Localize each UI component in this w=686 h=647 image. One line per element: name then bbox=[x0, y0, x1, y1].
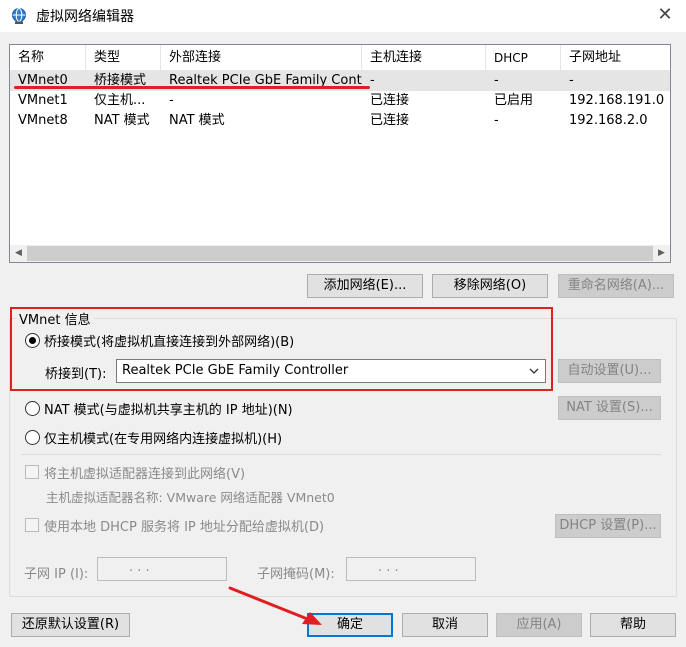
row-dhcp: 已启用 bbox=[494, 93, 534, 108]
dhcp-checkbox[interactable] bbox=[25, 518, 39, 532]
help-button[interactable]: 帮助 bbox=[590, 613, 676, 637]
subnet-ip-dots: . . . bbox=[129, 560, 150, 575]
adapter-name-label: 主机虚拟适配器名称: VMware 网络适配器 VMnet0 bbox=[46, 490, 335, 505]
connect-adapter-checkbox[interactable] bbox=[25, 465, 39, 479]
divider bbox=[21, 454, 661, 455]
row-name: VMnet1 bbox=[18, 93, 68, 108]
scroll-right-icon[interactable]: ▶ bbox=[653, 245, 670, 262]
nat-settings-button[interactable]: NAT 设置(S)... bbox=[558, 396, 661, 420]
row-type: 仅主机... bbox=[94, 93, 146, 108]
row-external: NAT 模式 bbox=[169, 113, 225, 128]
row-host: - bbox=[370, 73, 375, 88]
row-dhcp: - bbox=[494, 73, 499, 88]
subnet-ip-input[interactable]: . . . bbox=[97, 557, 227, 581]
close-icon[interactable]: ✕ bbox=[652, 2, 678, 28]
row-subnet: 192.168.191.0 bbox=[569, 93, 665, 108]
column-header-subnet[interactable]: 子网地址 bbox=[561, 45, 670, 71]
annotation-underline bbox=[14, 86, 370, 89]
column-header-name[interactable]: 名称 bbox=[10, 45, 86, 71]
network-globe-icon bbox=[12, 8, 26, 24]
column-header-host[interactable]: 主机连接 bbox=[362, 45, 486, 71]
remove-network-button[interactable]: 移除网络(O) bbox=[432, 274, 548, 298]
host-only-label[interactable]: 仅主机模式(在专用网络内连接虚拟机)(H) bbox=[44, 428, 282, 447]
horizontal-scrollbar[interactable]: ◀ ▶ bbox=[10, 245, 670, 262]
row-subnet: - bbox=[569, 73, 574, 88]
row-external: - bbox=[169, 93, 174, 108]
row-name: VMnet8 bbox=[18, 113, 68, 128]
host-only-radio[interactable] bbox=[25, 430, 40, 445]
subnet-mask-dots: . . . bbox=[378, 560, 399, 575]
table-row[interactable]: VMnet1 仅主机... - 已连接 已启用 192.168.191.0 bbox=[10, 91, 670, 111]
row-host: 已连接 bbox=[370, 93, 410, 108]
column-header-external[interactable]: 外部连接 bbox=[161, 45, 362, 71]
column-header-dhcp[interactable]: DHCP bbox=[486, 45, 561, 71]
subnet-ip-label: 子网 IP (I): bbox=[24, 567, 89, 582]
scrollbar-thumb[interactable] bbox=[27, 246, 653, 261]
add-network-button[interactable]: 添加网络(E)... bbox=[307, 274, 423, 298]
network-list[interactable]: 名称 类型 外部连接 主机连接 DHCP 子网地址 VMnet0 桥接模式 Re… bbox=[9, 44, 671, 263]
apply-button[interactable]: 应用(A) bbox=[496, 613, 582, 637]
subnet-mask-input[interactable]: . . . bbox=[346, 557, 476, 581]
list-header: 名称 类型 外部连接 主机连接 DHCP 子网地址 bbox=[10, 45, 670, 71]
connect-adapter-label[interactable]: 将主机虚拟适配器连接到此网络(V) bbox=[44, 463, 245, 482]
scroll-left-icon[interactable]: ◀ bbox=[10, 245, 27, 262]
row-dhcp: - bbox=[494, 113, 499, 128]
subnet-mask-label: 子网掩码(M): bbox=[257, 567, 335, 582]
nat-radio[interactable] bbox=[25, 401, 40, 416]
dhcp-label[interactable]: 使用本地 DHCP 服务将 IP 地址分配给虚拟机(D) bbox=[44, 516, 324, 535]
rename-network-button[interactable]: 重命名网络(A)... bbox=[558, 274, 674, 298]
row-host: 已连接 bbox=[370, 113, 410, 128]
row-subnet: 192.168.2.0 bbox=[569, 113, 648, 128]
row-type: NAT 模式 bbox=[94, 113, 150, 128]
annotation-highlight-box bbox=[10, 307, 553, 391]
dhcp-settings-button[interactable]: DHCP 设置(P)... bbox=[555, 514, 661, 538]
auto-settings-button[interactable]: 自动设置(U)... bbox=[558, 359, 661, 383]
window-title: 虚拟网络编辑器 bbox=[36, 9, 134, 25]
annotation-arrow-icon bbox=[228, 586, 322, 625]
column-header-type[interactable]: 类型 bbox=[86, 45, 161, 71]
nat-label[interactable]: NAT 模式(与虚拟机共享主机的 IP 地址)(N) bbox=[44, 399, 293, 418]
cancel-button[interactable]: 取消 bbox=[402, 613, 488, 637]
restore-defaults-button[interactable]: 还原默认设置(R) bbox=[11, 613, 130, 637]
table-row[interactable]: VMnet8 NAT 模式 NAT 模式 已连接 - 192.168.2.0 bbox=[10, 111, 670, 131]
